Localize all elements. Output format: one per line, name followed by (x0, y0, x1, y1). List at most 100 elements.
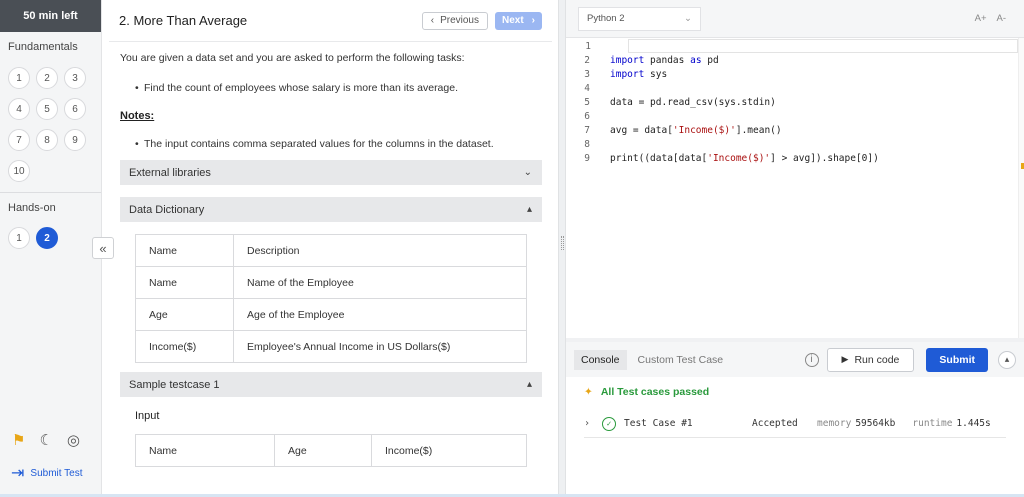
timer: 50 min left (0, 0, 101, 32)
question-header: 2. More Than Average ‹ Previous Next › (109, 0, 552, 42)
question-panel: 2. More Than Average ‹ Previous Next › Y… (109, 0, 552, 497)
info-icon[interactable]: i (804, 352, 819, 367)
code-area[interactable]: 1 2 import pandas as pd 3 import sys 4 5… (566, 38, 1024, 165)
external-libraries-label: External libraries (129, 166, 211, 179)
dictionary-table-wrap: Name Description Name Name of the Employ… (120, 222, 542, 363)
table-cell: Income($) (135, 330, 234, 363)
fundamentals-question-5[interactable]: 5 (36, 98, 58, 120)
input-label: Input (135, 410, 160, 422)
sample-testcase-label: Sample testcase 1 (129, 378, 220, 391)
chevron-up-icon: ▴ (1004, 354, 1010, 364)
table-header-cell: Name (135, 434, 275, 467)
app-root: 50 min left Fundamentals 1 2 3 4 5 6 7 8 9 10 Han… (0, 0, 1024, 497)
sample-testcase-accordion[interactable]: Sample testcase 1 ▴ (120, 372, 542, 397)
code-line[interactable]: 5 data = pd.read_csv(sys.stdin) (566, 95, 1024, 109)
table-cell: Name of the Employee (233, 266, 527, 299)
notes-label: Notes: (120, 110, 155, 122)
code-text: data = pd.read_csv(sys.stdin) (610, 96, 776, 108)
fundamentals-question-1[interactable]: 1 (8, 67, 30, 89)
table-row: Income($) Employee's Annual Income in US… (135, 330, 527, 363)
test-case-status: Accepted (752, 418, 798, 429)
language-select[interactable]: Python 2 ⌄ (578, 6, 701, 31)
note-bullet: The input contains comma separated value… (120, 138, 542, 150)
table-header-row: Name Description (135, 234, 527, 267)
previous-label: Previous (440, 15, 479, 26)
handson-grid: 12 (0, 214, 101, 249)
next-label: Next (501, 15, 524, 26)
line-number: 6 (584, 110, 590, 122)
chevron-right-icon: › (531, 15, 535, 26)
tab-console[interactable]: Console (574, 349, 627, 370)
code-line-current[interactable]: 1 (585, 39, 1018, 53)
line-number: 9 (584, 152, 590, 164)
tab-custom-test-case[interactable]: Custom Test Case (631, 350, 731, 370)
flag-icon[interactable]: ⚑ (12, 431, 25, 449)
test-case-row[interactable]: › ✓ Test Case #1 Accepted memory 59564kb… (584, 410, 1006, 438)
table-row: Name Name of the Employee (135, 266, 527, 299)
memory-value: 59564kb (855, 418, 896, 429)
sidebar-icons: ⚑ ☾ ◎ (0, 431, 101, 463)
handson-question-1[interactable]: 1 (8, 227, 30, 249)
code-line[interactable]: 7 avg = data['Income($)'].mean() (566, 123, 1024, 137)
fundamentals-question-8[interactable]: 8 (36, 129, 58, 151)
moon-icon[interactable]: ☾ (39, 431, 52, 449)
code-line[interactable]: 2 import pandas as pd (566, 53, 1024, 67)
check-circle-icon: ✓ (602, 416, 616, 431)
play-icon: ▶ (841, 354, 849, 364)
dictionary-table: Name Description Name Name of the Employ… (135, 234, 527, 363)
code-editor-panel: Python 2 ⌄ A+ A- 1 2 import pandas as pd… (566, 0, 1024, 340)
submit-button[interactable]: Submit (926, 347, 988, 372)
font-size-controls: A+ A- (975, 13, 1024, 24)
font-decrease-button[interactable]: A- (997, 13, 1007, 24)
fundamentals-question-6[interactable]: 6 (64, 98, 86, 120)
question-title: 2. More Than Average (119, 13, 248, 28)
font-increase-button[interactable]: A+ (975, 13, 987, 24)
fundamentals-title: Fundamentals (8, 41, 78, 53)
test-status-banner: ✦ All Test cases passed (566, 377, 1024, 398)
code-line[interactable]: 6 (566, 109, 1024, 123)
line-number: 8 (584, 138, 590, 150)
fundamentals-question-2[interactable]: 2 (36, 67, 58, 89)
chevron-up-icon: ▴ (526, 379, 532, 390)
fundamentals-question-3[interactable]: 3 (64, 67, 86, 89)
line-number: 4 (584, 82, 590, 94)
table-cell: Employee's Annual Income in US Dollars($… (233, 330, 527, 363)
handson-question-2[interactable]: 2 (36, 227, 58, 249)
submit-test-label: Submit Test (30, 467, 83, 479)
previous-button[interactable]: ‹ Previous (421, 11, 488, 30)
code-text: avg = data['Income($)'].mean() (610, 124, 782, 136)
next-button[interactable]: Next › (494, 11, 542, 30)
panel-splitter[interactable] (558, 0, 566, 497)
fundamentals-question-4[interactable]: 4 (8, 98, 30, 120)
external-libraries-accordion[interactable]: External libraries ⌄ (120, 160, 542, 185)
code-line[interactable]: 9 print((data[data['Income($)'] > avg]).… (566, 151, 1024, 165)
run-code-button[interactable]: ▶ Run code (826, 347, 915, 372)
memory-label: memory (817, 418, 852, 429)
chevron-left-icon: ‹ (430, 15, 435, 26)
fundamentals-question-7[interactable]: 7 (8, 129, 30, 151)
chevron-up-icon: ▴ (526, 204, 532, 215)
code-text: import sys (610, 68, 668, 80)
console-panel: Console Custom Test Case i ▶ Run code Su… (566, 342, 1024, 497)
line-number: 1 (585, 40, 591, 52)
table-header-cell: Age (274, 434, 372, 467)
line-number: 3 (584, 68, 590, 80)
passed-message: All Test cases passed (600, 386, 710, 398)
fundamentals-grid: 1 2 3 4 5 6 7 8 9 10 (0, 53, 101, 182)
code-line[interactable]: 3 import sys (566, 67, 1024, 81)
submit-test-button[interactable]: ⇥ Submit Test (0, 463, 101, 497)
fundamentals-question-10[interactable]: 10 (8, 160, 30, 182)
chevron-right-icon[interactable]: › (584, 418, 602, 429)
language-value: Python 2 (587, 13, 625, 24)
sample-table-wrap: Name Age Income($) (120, 422, 542, 467)
expand-console-button[interactable]: ▴ (998, 350, 1016, 369)
sample-table: Name Age Income($) (135, 434, 527, 467)
code-text: print((data[data['Income($)'] > avg]).sh… (610, 152, 879, 164)
editor-scrollbar[interactable] (1018, 38, 1024, 340)
table-header-cell: Income($) (371, 434, 527, 467)
data-dictionary-accordion[interactable]: Data Dictionary ▴ (120, 197, 542, 222)
code-line[interactable]: 8 (566, 137, 1024, 151)
fundamentals-question-9[interactable]: 9 (64, 129, 86, 151)
user-icon[interactable]: ◎ (67, 431, 80, 449)
code-line[interactable]: 4 (566, 81, 1024, 95)
